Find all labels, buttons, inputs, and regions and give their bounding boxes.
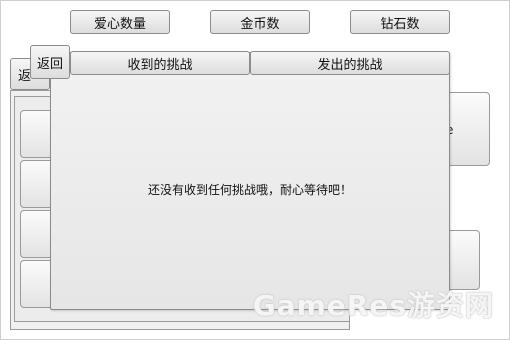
dialog-back-button[interactable]: 返回 <box>30 45 70 79</box>
watermark-logo: GameRes游资网 <box>252 289 494 322</box>
hearts-count-button[interactable]: 爱心数量 <box>70 10 170 34</box>
tab-received-challenges[interactable]: 收到的挑战 <box>70 51 250 75</box>
coins-count-button[interactable]: 金币数 <box>210 10 310 34</box>
challenge-dialog: 还没有收到任何挑战哦，耐心等待吧！ <box>50 52 450 310</box>
diamonds-count-button[interactable]: 钻石数 <box>350 10 450 34</box>
empty-challenges-message: 还没有收到任何挑战哦，耐心等待吧！ <box>147 183 352 197</box>
tab-sent-challenges[interactable]: 发出的挑战 <box>250 51 450 75</box>
